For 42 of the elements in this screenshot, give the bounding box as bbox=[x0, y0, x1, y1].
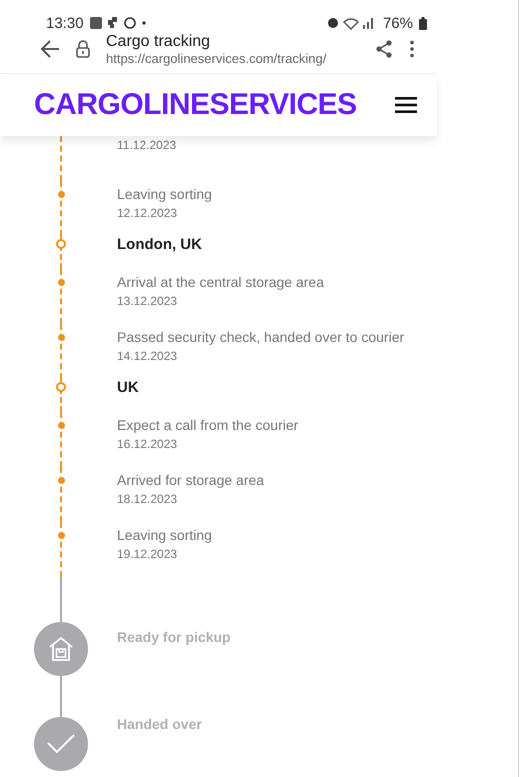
step-label: Handed over bbox=[117, 716, 203, 732]
site-logo[interactable]: CARGOLINESERVICES bbox=[34, 88, 357, 122]
location-marker bbox=[56, 382, 66, 392]
event-text: Passed security check, handed over to courier bbox=[117, 329, 406, 345]
event-text: Leaving sorting bbox=[117, 186, 213, 202]
event-date: 11.12.2023 bbox=[117, 138, 178, 152]
timeline-dot bbox=[58, 279, 64, 286]
page-title: Cargo tracking bbox=[106, 32, 212, 50]
event-text: Leaving sorting bbox=[117, 527, 213, 543]
location-name: London, UK bbox=[117, 236, 203, 253]
event-date: 16.12.2023 bbox=[117, 437, 178, 451]
url-text[interactable]: https://cargolineservices.com/tracking/ bbox=[106, 50, 359, 66]
app-notification-icon bbox=[90, 17, 102, 29]
timeline-dot bbox=[58, 532, 64, 539]
timeline-dot bbox=[58, 422, 64, 429]
event-date: 18.12.2023 bbox=[117, 492, 178, 506]
warehouse-icon bbox=[48, 636, 74, 662]
timeline-dot bbox=[58, 191, 64, 198]
location-name: UK bbox=[117, 379, 140, 396]
timeline-dot bbox=[58, 334, 64, 341]
dot-icon bbox=[142, 21, 146, 25]
status-time: 13:30 bbox=[46, 14, 84, 32]
event-text: Arrival at the central storage area bbox=[117, 274, 325, 290]
menu-icon[interactable] bbox=[395, 97, 417, 113]
event-text: Expect a call from the courier bbox=[117, 417, 300, 433]
lock-icon bbox=[76, 40, 90, 58]
location-marker bbox=[56, 239, 66, 249]
event-date: 14.12.2023 bbox=[117, 349, 178, 363]
share-icon[interactable] bbox=[375, 40, 393, 58]
event-text: Arrived for storage area bbox=[117, 472, 266, 488]
back-arrow-icon[interactable] bbox=[40, 40, 60, 58]
event-date: 13.12.2023 bbox=[117, 294, 178, 308]
checkmark-icon bbox=[47, 734, 75, 754]
more-options-icon[interactable] bbox=[409, 40, 415, 58]
event-date: 12.12.2023 bbox=[117, 206, 178, 220]
event-date: 19.12.2023 bbox=[117, 547, 178, 561]
battery-icon bbox=[419, 16, 427, 30]
blocks-icon bbox=[108, 17, 118, 29]
circle-icon bbox=[124, 17, 136, 29]
timeline-dot bbox=[58, 477, 64, 484]
step-label: Ready for pickup bbox=[117, 629, 232, 645]
battery-percent: 76% bbox=[382, 14, 413, 32]
